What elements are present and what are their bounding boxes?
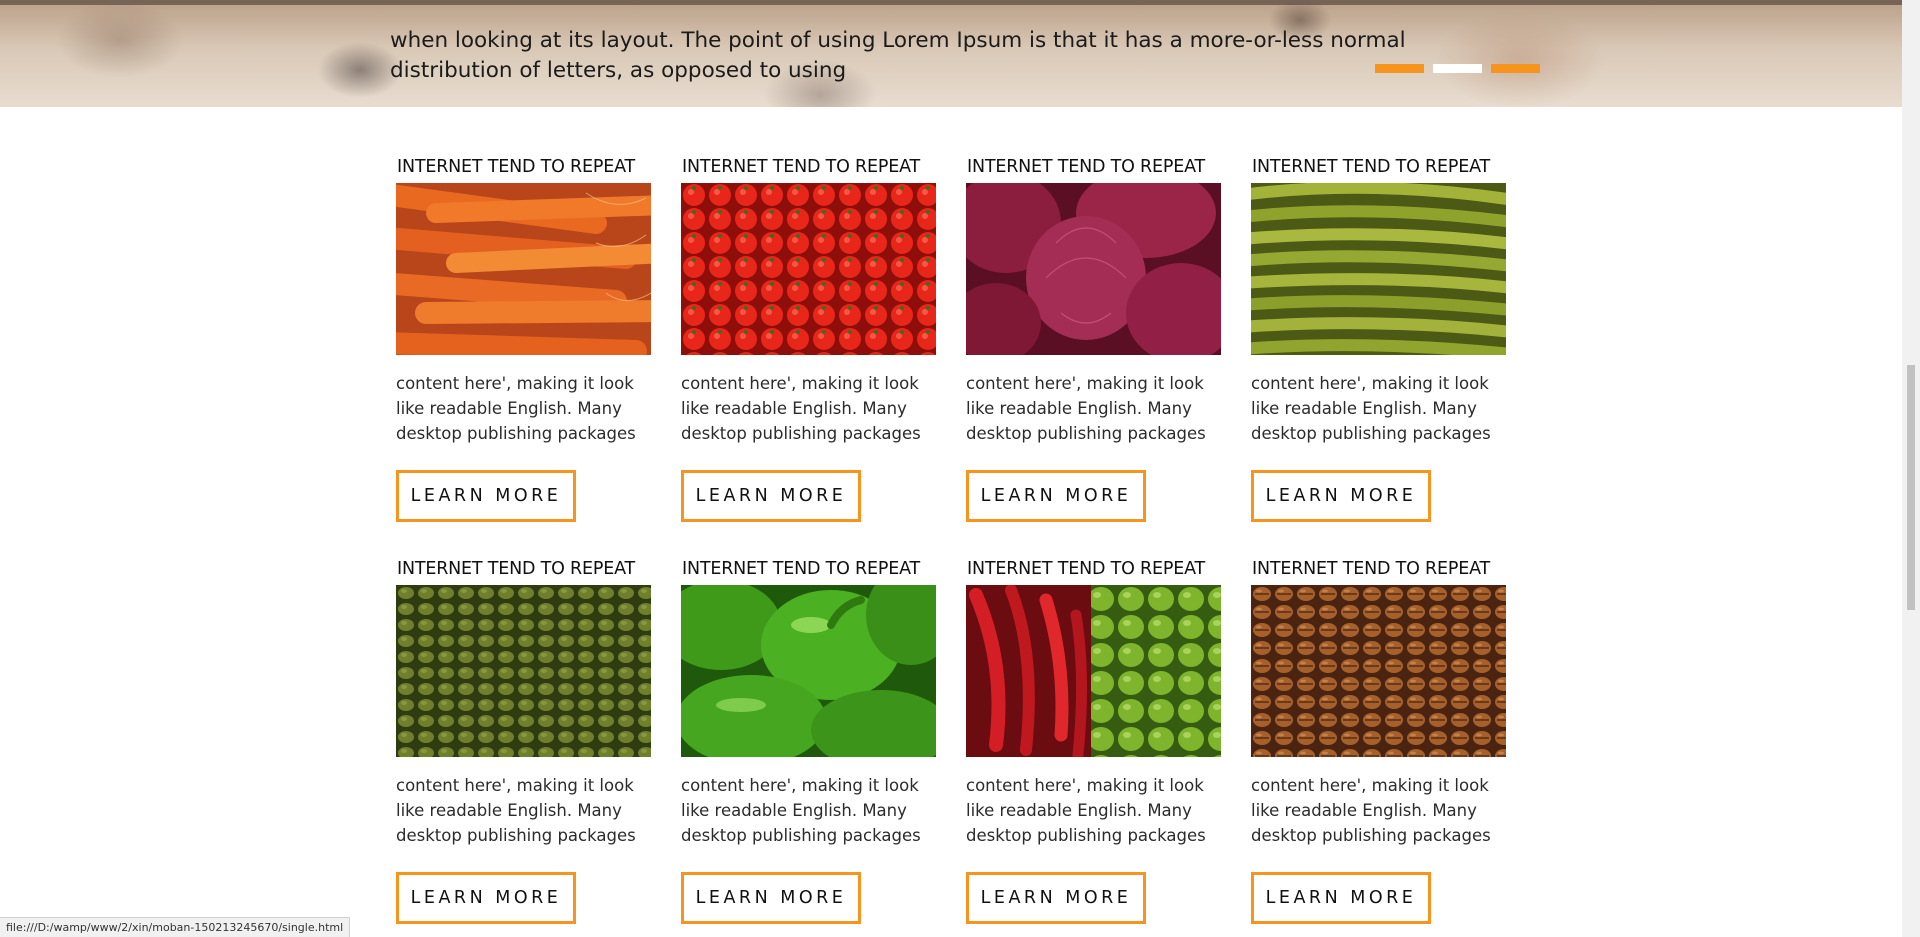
product-card: INTERNET TEND TO REPEAT content here', m…: [966, 557, 1221, 924]
learn-more-button[interactable]: LEARN MORE: [681, 872, 861, 924]
red-and-green-chilies-image: [966, 585, 1221, 757]
status-bar-url: file:///D:/wamp/www/2/xin/moban-15021324…: [0, 917, 351, 937]
cherry-tomatoes-image: [681, 183, 936, 355]
learn-more-button[interactable]: LEARN MORE: [1251, 872, 1431, 924]
product-card: INTERNET TEND TO REPEAT content here', m…: [681, 155, 936, 522]
coffee-beans-image: [1251, 585, 1506, 757]
learn-more-button[interactable]: LEARN MORE: [681, 470, 861, 522]
product-card: INTERNET TEND TO REPEAT content here', m…: [396, 557, 651, 924]
product-title: INTERNET TEND TO REPEAT: [397, 157, 635, 177]
slider-dot-1[interactable]: [1375, 64, 1424, 73]
product-description: content here', making it look like reada…: [681, 374, 921, 443]
product-card: INTERNET TEND TO REPEAT content here', m…: [966, 155, 1221, 522]
product-card: INTERNET TEND TO REPEAT content here', m…: [396, 155, 651, 522]
product-description: content here', making it look like reada…: [1251, 776, 1491, 845]
learn-more-button[interactable]: LEARN MORE: [396, 470, 576, 522]
product-card: INTERNET TEND TO REPEAT content here', m…: [681, 557, 936, 924]
product-description: content here', making it look like reada…: [396, 776, 636, 845]
product-title: INTERNET TEND TO REPEAT: [682, 559, 920, 579]
green-peas-image: [396, 585, 651, 757]
hero-text: when looking at its layout. The point of…: [390, 28, 1406, 83]
page: when looking at its layout. The point of…: [0, 0, 1920, 937]
red-onions-image: [966, 183, 1221, 355]
product-title: INTERNET TEND TO REPEAT: [682, 157, 920, 177]
carrots-image: [396, 183, 651, 355]
product-title: INTERNET TEND TO REPEAT: [967, 559, 1205, 579]
learn-more-button[interactable]: LEARN MORE: [966, 872, 1146, 924]
green-peppers-image: [681, 585, 936, 757]
product-title: INTERNET TEND TO REPEAT: [397, 559, 635, 579]
product-description: content here', making it look like reada…: [1251, 374, 1491, 443]
product-title: INTERNET TEND TO REPEAT: [1252, 559, 1490, 579]
product-title: INTERNET TEND TO REPEAT: [1252, 157, 1490, 177]
product-description: content here', making it look like reada…: [966, 374, 1206, 443]
slider-pagination: [1375, 64, 1540, 73]
product-description: content here', making it look like reada…: [681, 776, 921, 845]
hero-slider: when looking at its layout. The point of…: [0, 0, 1902, 107]
product-description: content here', making it look like reada…: [966, 776, 1206, 845]
product-description: content here', making it look like reada…: [396, 374, 636, 443]
learn-more-button[interactable]: LEARN MORE: [396, 872, 576, 924]
slider-dot-3[interactable]: [1491, 64, 1540, 73]
green-beans-image: [1251, 183, 1506, 355]
product-grid: INTERNET TEND TO REPEAT content here', m…: [396, 155, 1526, 924]
learn-more-button[interactable]: LEARN MORE: [966, 470, 1146, 522]
product-title: INTERNET TEND TO REPEAT: [967, 157, 1205, 177]
product-card: INTERNET TEND TO REPEAT content here', m…: [1251, 557, 1506, 924]
scrollbar-thumb[interactable]: [1907, 365, 1915, 610]
product-card: INTERNET TEND TO REPEAT content here', m…: [1251, 155, 1506, 522]
learn-more-button[interactable]: LEARN MORE: [1251, 470, 1431, 522]
slider-dot-2[interactable]: [1433, 64, 1482, 73]
vertical-scrollbar[interactable]: [1902, 0, 1920, 937]
